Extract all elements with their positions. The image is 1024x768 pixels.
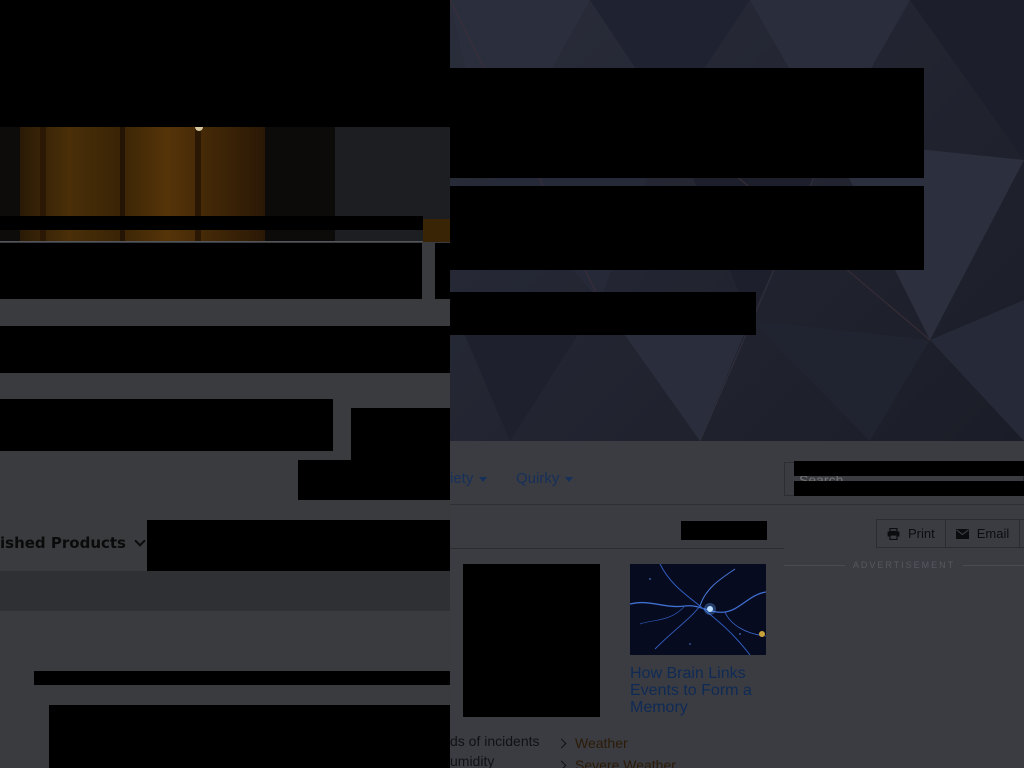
advertisement-text: ADVERTISEMENT <box>852 560 956 570</box>
redacted-block <box>450 186 924 270</box>
redacted-block <box>49 705 450 768</box>
chevron-down-icon <box>134 535 146 547</box>
nav-item-quirky[interactable]: Quirky <box>516 470 574 487</box>
email-button[interactable]: Email <box>946 520 1021 547</box>
redacted-block <box>0 0 450 127</box>
topic-link-label: Weather <box>575 735 628 751</box>
page: iety Quirky Print Email AD <box>0 0 1024 768</box>
advertisement-label: ADVERTISEMENT <box>784 560 1024 570</box>
redacted-block <box>351 408 450 460</box>
printer-icon <box>887 527 900 540</box>
email-label: Email <box>976 526 1010 541</box>
caret-down-icon <box>479 476 488 482</box>
content-divider <box>450 548 784 549</box>
redacted-block <box>794 481 1024 496</box>
topic-link-severe-weather[interactable]: Severe Weather <box>556 757 676 768</box>
ad-rule-left <box>784 564 845 566</box>
caret-down-icon <box>565 476 574 482</box>
topic-link-label: Severe Weather <box>575 757 676 768</box>
article-snippet: ds of incidents <box>450 733 540 749</box>
left-grey-bar <box>0 571 450 611</box>
print-label: Print <box>908 526 935 541</box>
redacted-block <box>147 520 450 571</box>
nav-item-label: Quirky <box>516 470 560 487</box>
redacted-thumbnail <box>463 564 600 717</box>
nav-item-label: iety <box>450 470 474 487</box>
featured-article-image[interactable] <box>630 564 766 655</box>
redacted-block <box>0 326 450 373</box>
featured-article-title[interactable]: How Brain Links Events to Form a Memory <box>630 665 770 716</box>
chevron-right-icon <box>556 738 567 749</box>
neuron-image <box>630 564 766 655</box>
redacted-block <box>794 461 1024 476</box>
redacted-block <box>435 243 450 299</box>
more-share-button[interactable] <box>1020 520 1024 547</box>
redacted-block <box>34 671 450 685</box>
redacted-block <box>450 68 924 178</box>
envelope-icon <box>955 528 969 539</box>
redacted-block <box>0 243 422 299</box>
published-products-menu[interactable]: ished Products <box>0 534 146 552</box>
redacted-block <box>450 292 756 335</box>
panel-border <box>0 241 423 242</box>
chevron-right-icon <box>556 760 567 768</box>
print-button[interactable]: Print <box>877 520 946 547</box>
redacted-block <box>0 399 333 451</box>
ad-rule-right <box>963 564 1024 566</box>
nav-item-society[interactable]: iety <box>450 470 488 487</box>
article-snippet: umidity <box>450 753 495 768</box>
redacted-block <box>681 521 767 540</box>
redacted-block <box>298 460 450 500</box>
redacted-block <box>0 216 423 230</box>
published-products-label: ished Products <box>0 534 126 552</box>
topic-link-weather[interactable]: Weather <box>556 735 628 751</box>
share-toolbar: Print Email <box>876 519 1024 548</box>
